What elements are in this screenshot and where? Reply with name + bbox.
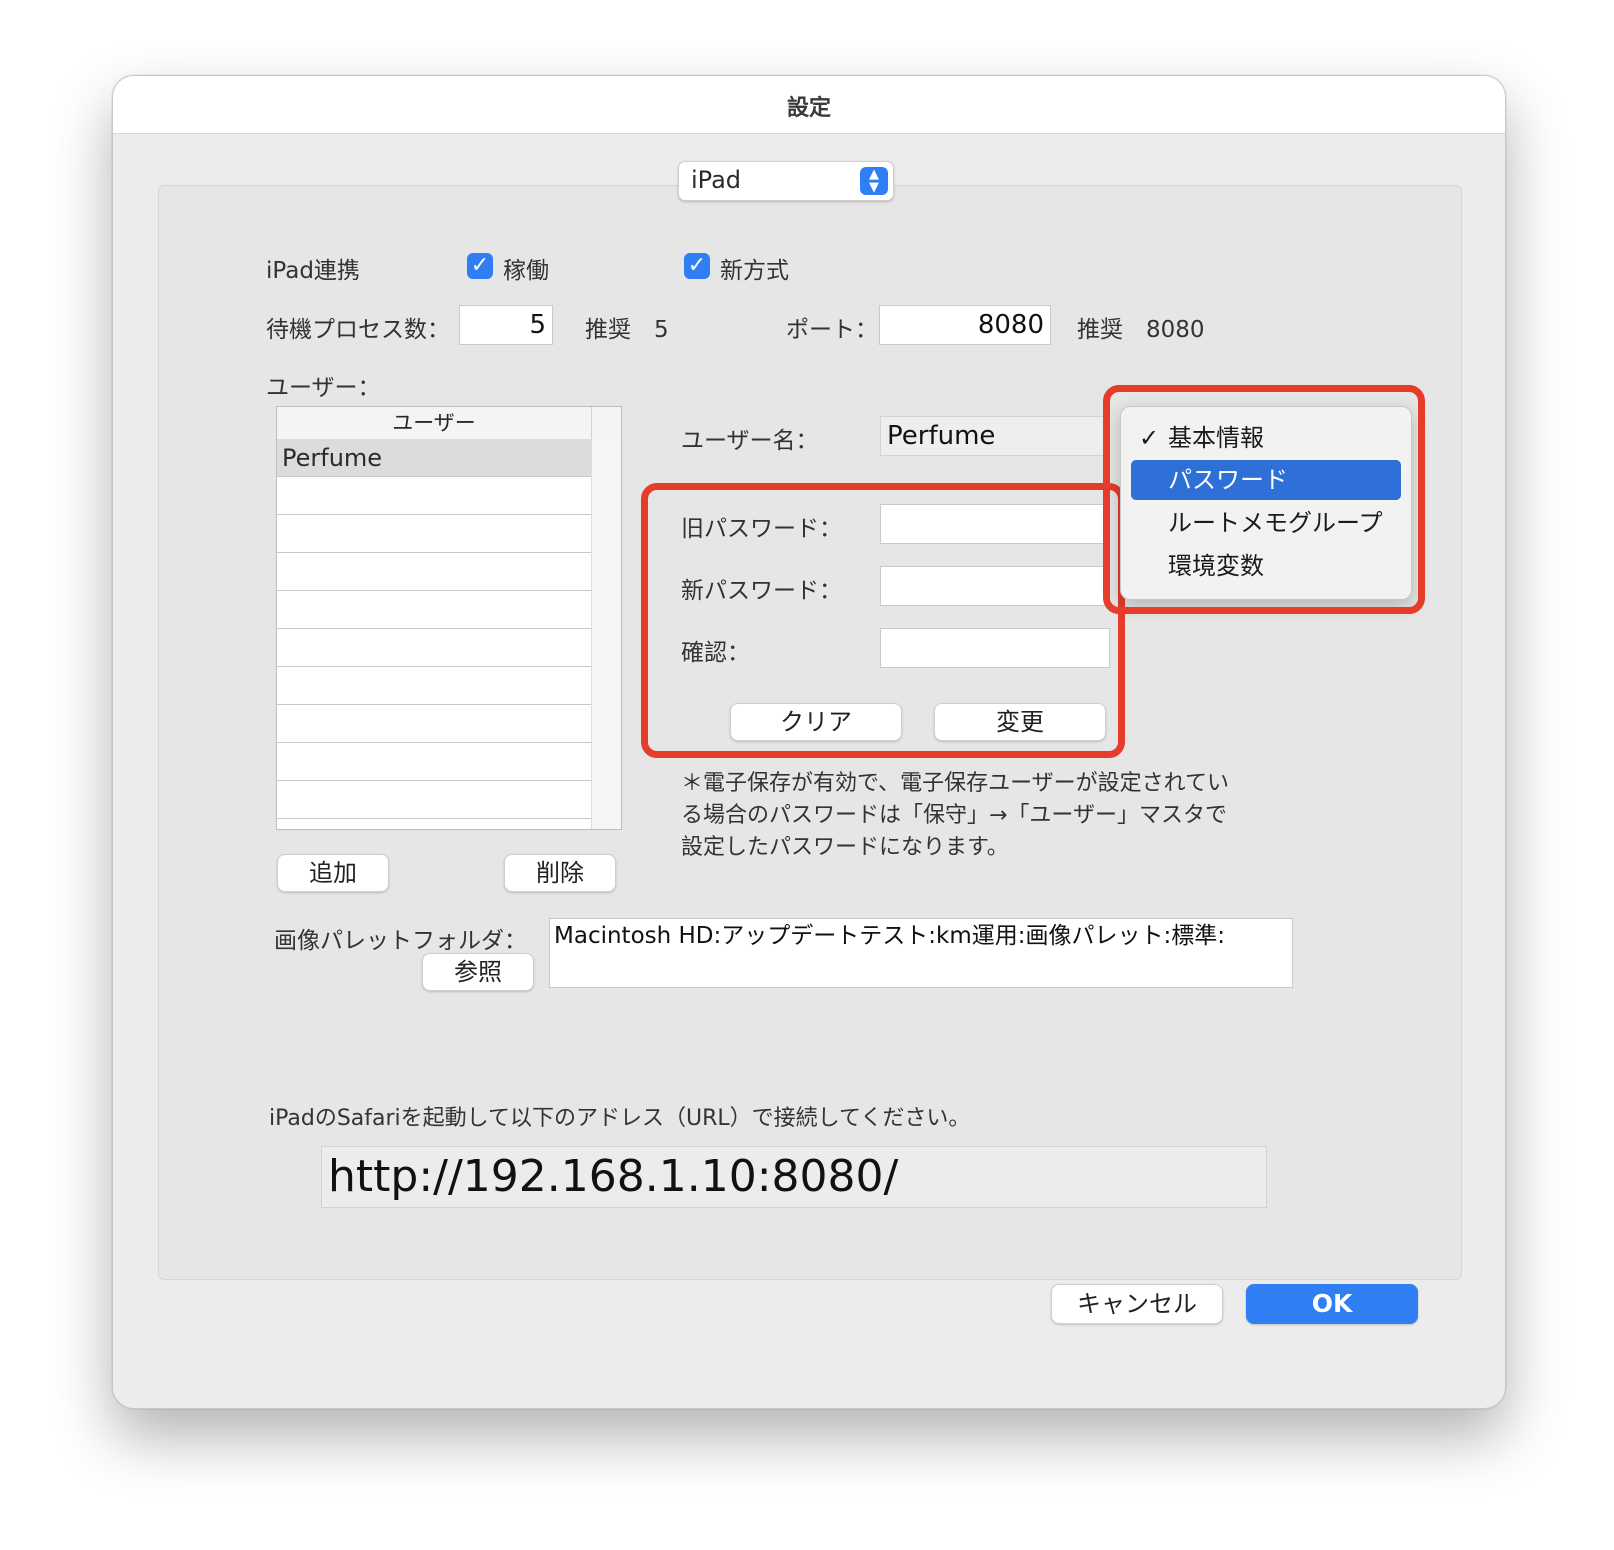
table-row[interactable] — [277, 743, 591, 781]
connect-instruction: iPadのSafariを起動して以下のアドレス（URL）で接続してください。 — [269, 1106, 971, 1131]
url-field: http://192.168.1.10:8080/ — [321, 1146, 1267, 1208]
port-label: ポート： — [786, 317, 878, 343]
palette-folder-label: 画像パレットフォルダ： — [274, 928, 527, 954]
note-line-1: ＊電子保存が有効で、電子保存ユーザーが設定されてい — [681, 771, 1230, 796]
note-line-3: 設定したパスワードになります。 — [681, 835, 1009, 860]
palette-path-field: Macintosh HD:アップデートテスト:km運用:画像パレット:標準: — [549, 918, 1293, 988]
table-row[interactable] — [277, 781, 591, 819]
process-recommend: 推奨 5 — [585, 317, 669, 343]
new-method-checkbox[interactable]: ✓ — [684, 253, 710, 279]
active-label: 稼働 — [503, 258, 549, 284]
add-user-button[interactable]: 追加 — [277, 854, 389, 892]
category-select[interactable]: iPad ▲ ▼ — [678, 161, 894, 201]
users-table: ユーザー Perfume — [276, 406, 622, 830]
check-icon: ✓ — [470, 253, 490, 278]
port-recommend: 推奨 8080 — [1077, 317, 1205, 343]
menu-highlight-frame — [1103, 385, 1425, 614]
category-select-value: iPad — [691, 166, 742, 194]
note-line-2: る場合のパスワードは「保守」→「ユーザー」マスタで — [681, 803, 1227, 828]
table-scrollbar[interactable] — [591, 439, 621, 829]
table-row[interactable] — [277, 553, 591, 591]
table-row[interactable] — [277, 591, 591, 629]
table-row[interactable] — [277, 629, 591, 667]
username-label: ユーザー名： — [681, 428, 819, 454]
username-field: Perfume — [880, 416, 1110, 456]
table-header-corner — [591, 407, 621, 440]
port-input[interactable]: 8080 — [879, 305, 1051, 345]
users-section-label: ユーザー： — [266, 375, 381, 401]
new-method-label: 新方式 — [720, 258, 789, 284]
users-column-header[interactable]: ユーザー — [277, 407, 591, 440]
window-title: 設定 — [786, 96, 831, 121]
table-row[interactable] — [277, 667, 591, 705]
cancel-button[interactable]: キャンセル — [1051, 1284, 1223, 1324]
table-row[interactable] — [277, 705, 591, 743]
process-count-input[interactable]: 5 — [459, 305, 553, 345]
up-down-chevron-icon: ▲ ▼ — [860, 167, 888, 195]
password-highlight-frame — [641, 483, 1125, 758]
ipad-link-label: iPad連携 — [266, 258, 360, 284]
table-row[interactable]: Perfume — [277, 439, 591, 477]
title-bar: 設定 — [113, 76, 1505, 134]
table-row[interactable] — [277, 477, 591, 515]
ok-button[interactable]: OK — [1246, 1284, 1418, 1324]
table-row[interactable] — [277, 515, 591, 553]
delete-user-button[interactable]: 削除 — [504, 854, 616, 892]
browse-button[interactable]: 参照 — [422, 953, 534, 991]
check-icon: ✓ — [687, 253, 707, 278]
process-count-label: 待機プロセス数： — [266, 317, 450, 343]
active-checkbox[interactable]: ✓ — [467, 253, 493, 279]
